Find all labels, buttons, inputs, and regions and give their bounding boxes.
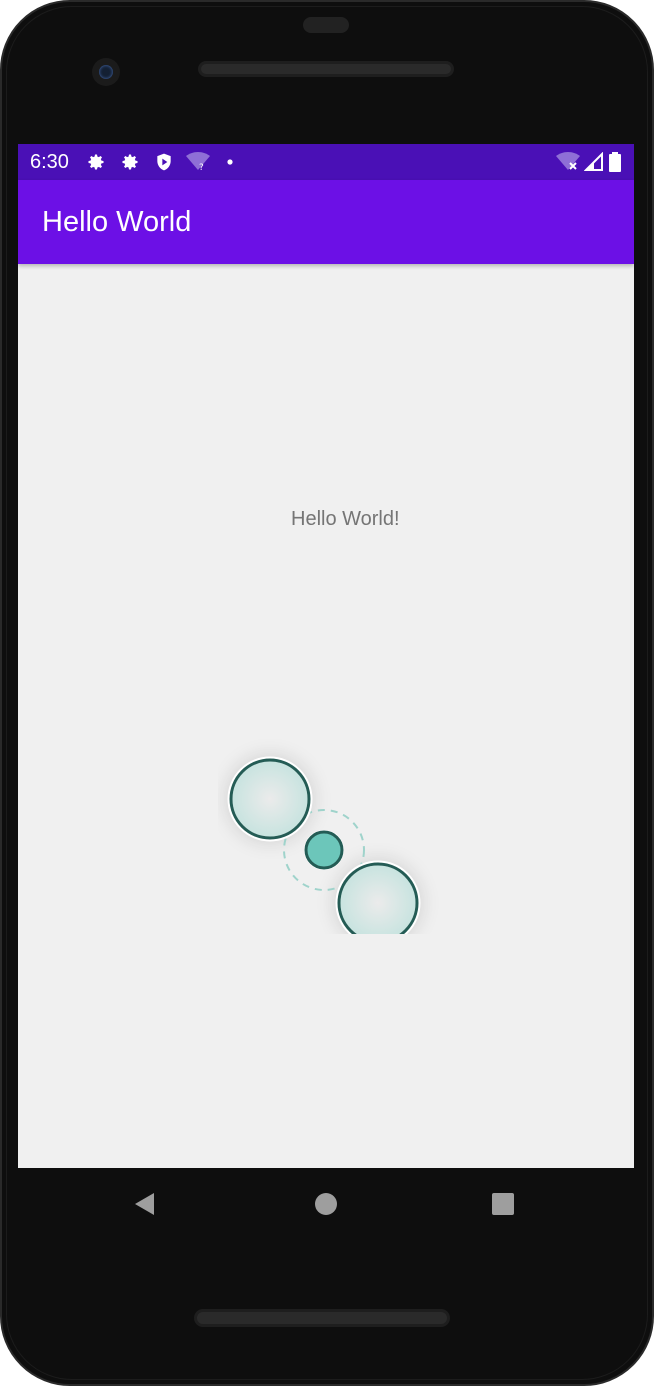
back-icon[interactable] bbox=[130, 1188, 162, 1220]
svg-text:?: ? bbox=[199, 163, 204, 172]
app-title: Hello World bbox=[42, 206, 192, 238]
dot-icon bbox=[227, 159, 233, 165]
play-shield-icon bbox=[157, 153, 171, 171]
bottom-speaker bbox=[194, 1309, 450, 1327]
battery-icon bbox=[609, 152, 621, 172]
status-time: 6:30 bbox=[30, 151, 69, 173]
gear-icon bbox=[122, 154, 138, 170]
main-content[interactable]: Hello World! bbox=[18, 264, 634, 1168]
gear-icon bbox=[88, 154, 104, 170]
sensor-slot bbox=[303, 17, 349, 33]
earpiece-speaker bbox=[198, 61, 454, 77]
signal-icon bbox=[584, 152, 603, 171]
app-bar: Hello World bbox=[18, 180, 634, 264]
screen: 6:30 ? Hello World Hello World! bbox=[18, 144, 634, 1168]
home-icon[interactable] bbox=[310, 1188, 342, 1220]
hello-world-text: Hello World! bbox=[291, 508, 400, 530]
recents-icon[interactable] bbox=[487, 1188, 519, 1220]
navigation-bar bbox=[18, 1168, 634, 1240]
pinch-gesture-indicator bbox=[224, 753, 424, 934]
status-bar: 6:30 ? bbox=[18, 144, 634, 180]
camera-lens bbox=[99, 65, 113, 79]
wifi-off-icon bbox=[556, 152, 580, 170]
touch-point-2-border bbox=[335, 860, 421, 934]
pinch-center-point bbox=[304, 830, 344, 870]
wifi-question-icon: ? bbox=[186, 152, 210, 172]
phone-frame: 6:30 ? Hello World Hello World! bbox=[0, 0, 654, 1386]
front-camera bbox=[92, 58, 120, 86]
